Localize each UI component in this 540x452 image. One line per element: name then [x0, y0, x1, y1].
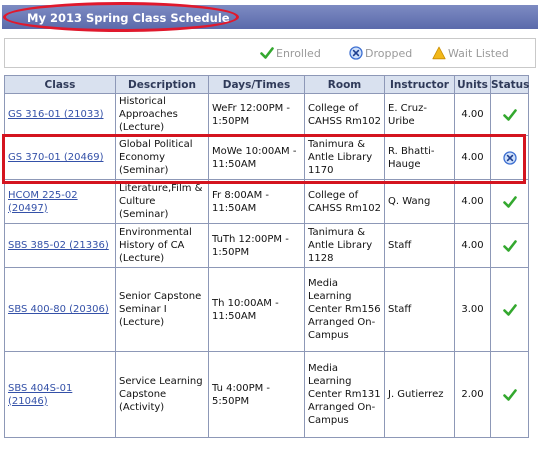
instructor-cell: J. Gutierrez — [384, 351, 455, 438]
col-header-units[interactable]: Units — [454, 75, 491, 94]
instructor-cell: Q. Wang — [384, 179, 455, 224]
warning-triangle-icon — [432, 46, 446, 60]
description-cell: Senior Capstone Seminar I (Lecture) — [115, 267, 209, 352]
status-cell — [490, 179, 529, 224]
table-row: GS 370-01 (20469) Global Political Econo… — [4, 135, 529, 180]
class-link[interactable]: HCOM 225-02 (20497) — [8, 190, 78, 214]
status-cell — [490, 351, 529, 438]
check-icon — [502, 303, 517, 316]
class-link[interactable]: SBS 400-80 (20306) — [8, 304, 109, 315]
status-cell — [490, 135, 529, 180]
check-icon — [502, 195, 517, 208]
class-link[interactable]: GS 316-01 (21033) — [8, 109, 104, 120]
class-schedule-table: Class Description Days/Times Room Instru… — [4, 75, 529, 438]
room-cell: Media Learning Center Rm131 Arranged On-… — [304, 351, 385, 438]
room-cell: College of CAHSS Rm102 — [304, 93, 385, 136]
days-times-cell: WeFr 12:00PM - 1:50PM — [208, 93, 305, 136]
days-times-cell: TuTh 12:00PM - 1:50PM — [208, 223, 305, 268]
col-header-room[interactable]: Room — [304, 75, 385, 94]
instructor-cell: Staff — [384, 267, 455, 352]
class-link[interactable]: SBS 404S-01 (21046) — [8, 383, 72, 407]
col-header-instructor[interactable]: Instructor — [384, 75, 455, 94]
room-cell: Media Learning Center Rm156 Arranged On-… — [304, 267, 385, 352]
class-link[interactable]: SBS 385-02 (21336) — [8, 240, 109, 251]
units-cell: 4.00 — [454, 93, 491, 136]
x-circle-icon — [349, 46, 363, 60]
check-icon — [260, 47, 274, 59]
units-cell: 4.00 — [454, 223, 491, 268]
table-row: SBS 385-02 (21336) Environmental History… — [4, 223, 529, 268]
units-cell: 3.00 — [454, 267, 491, 352]
status-cell — [490, 223, 529, 268]
days-times-cell: Th 10:00AM - 11:50AM — [208, 267, 305, 352]
col-header-days-times[interactable]: Days/Times — [208, 75, 305, 94]
description-cell: Global Political Economy (Seminar) — [115, 135, 209, 180]
check-icon — [502, 239, 517, 252]
instructor-cell: Staff — [384, 223, 455, 268]
legend-enrolled-label: Enrolled — [276, 47, 321, 60]
room-cell: Tanimura & Antle Library 1128 — [304, 223, 385, 268]
table-row: HCOM 225-02 (20497) Literature,Film & Cu… — [4, 179, 529, 224]
instructor-cell: E. Cruz-Uribe — [384, 93, 455, 136]
instructor-cell: R. Bhatti-Hauge — [384, 135, 455, 180]
status-cell — [490, 267, 529, 352]
legend-wait-listed-label: Wait Listed — [448, 47, 509, 60]
table-header-row: Class Description Days/Times Room Instru… — [4, 75, 529, 94]
units-cell: 2.00 — [454, 351, 491, 438]
description-cell: Environmental History of CA (Lecture) — [115, 223, 209, 268]
check-icon — [502, 108, 517, 121]
col-header-class[interactable]: Class — [4, 75, 116, 94]
description-cell: Literature,Film & Culture (Seminar) — [115, 179, 209, 224]
class-link[interactable]: GS 370-01 (20469) — [8, 152, 104, 163]
table-row: GS 316-01 (21033) Historical Approaches … — [4, 93, 529, 136]
check-icon — [502, 388, 517, 401]
table-row: SBS 404S-01 (21046) Service Learning Cap… — [4, 351, 529, 438]
units-cell: 4.00 — [454, 179, 491, 224]
col-header-description[interactable]: Description — [115, 75, 209, 94]
x-circle-icon — [502, 150, 517, 165]
col-header-status[interactable]: Status — [490, 75, 529, 94]
room-cell: College of CAHSS Rm102 — [304, 179, 385, 224]
description-cell: Service Learning Capstone (Activity) — [115, 351, 209, 438]
title-highlight-oval — [3, 2, 239, 32]
legend-dropped-label: Dropped — [365, 47, 413, 60]
room-cell: Tanimura & Antle Library 1170 — [304, 135, 385, 180]
days-times-cell: Fr 8:00AM - 11:50AM — [208, 179, 305, 224]
days-times-cell: MoWe 10:00AM - 11:50AM — [208, 135, 305, 180]
units-cell: 4.00 — [454, 135, 491, 180]
days-times-cell: Tu 4:00PM - 5:50PM — [208, 351, 305, 438]
status-cell — [490, 93, 529, 136]
description-cell: Historical Approaches (Lecture) — [115, 93, 209, 136]
table-row: SBS 400-80 (20306) Senior Capstone Semin… — [4, 267, 529, 352]
